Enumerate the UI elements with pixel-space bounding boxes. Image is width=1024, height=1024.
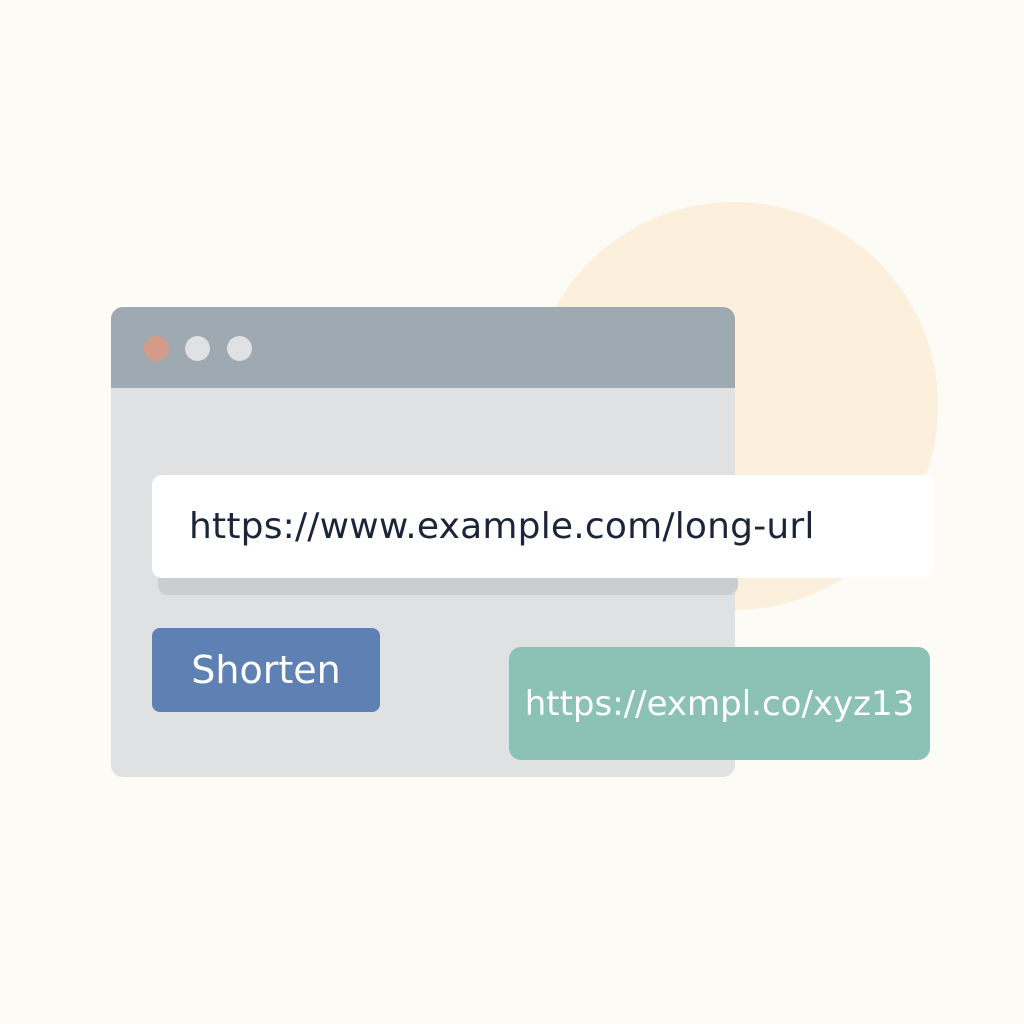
shorten-button[interactable]: Shorten xyxy=(152,628,380,712)
window-maximize-icon[interactable] xyxy=(227,336,252,361)
long-url-value: https://www.example.com/long-url xyxy=(189,506,815,547)
window-close-icon[interactable] xyxy=(144,336,169,361)
long-url-input[interactable]: https://www.example.com/long-url xyxy=(152,475,934,578)
short-url-value: https://exmpl.co/xyz13 xyxy=(524,683,915,724)
window-minimize-icon[interactable] xyxy=(185,336,210,361)
shorten-button-label: Shorten xyxy=(191,648,341,692)
window-titlebar xyxy=(111,307,735,388)
short-url-result[interactable]: https://exmpl.co/xyz13 xyxy=(509,647,930,760)
